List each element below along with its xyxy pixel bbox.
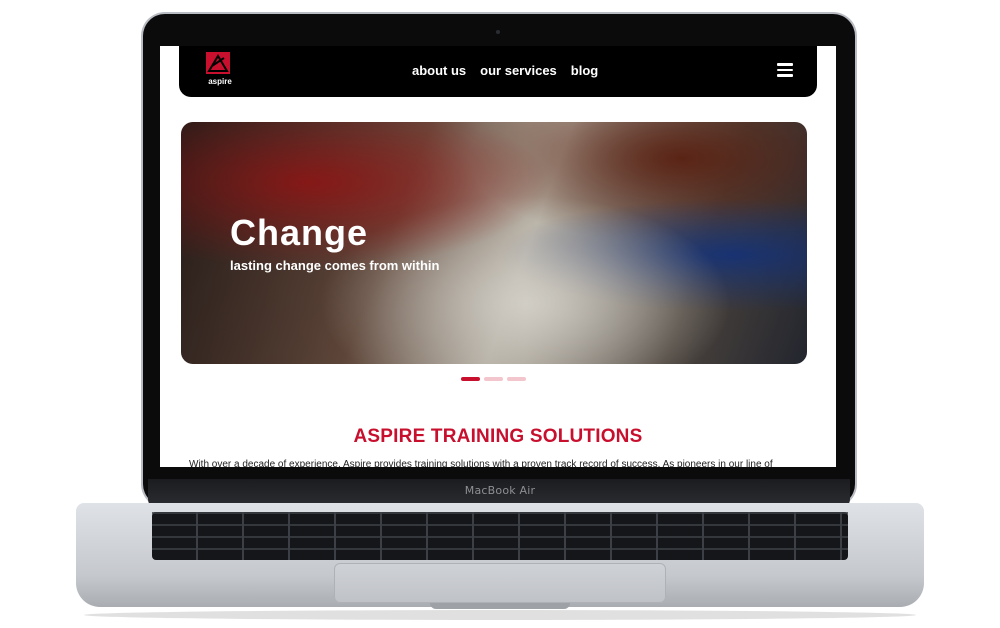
keyboard-rows [152,512,848,560]
site-navbar: aspire about us our services blog [179,46,817,97]
aspire-logo[interactable]: aspire [203,52,235,92]
section-title: ASPIRE TRAINING SOLUTIONS [353,426,643,447]
logo-mark-icon [206,52,230,74]
hero-banner: Change lasting change comes from within [181,122,807,364]
nav-our-services[interactable]: our services [480,63,557,78]
device-label: MacBook Air [464,484,536,497]
front-notch [430,603,570,609]
carousel-dot-2[interactable] [484,377,503,381]
carousel-dots [461,377,526,381]
hero-subtitle: lasting change comes from within [230,258,440,273]
nav-about-us[interactable]: about us [412,63,466,78]
hero-title: Change [230,212,369,253]
trackpad [334,563,666,603]
hamburger-menu-icon[interactable] [777,63,793,77]
browser-screen: aspire about us our services blog Change… [160,46,836,467]
carousel-dot-3[interactable] [507,377,526,381]
main-nav: about us our services blog [412,63,598,78]
nav-blog[interactable]: blog [571,63,598,78]
logo-text: aspire [208,77,232,86]
laptop-shadow [84,610,916,620]
carousel-dot-1[interactable] [461,377,480,381]
camera-icon [496,30,500,34]
section-paragraph: With over a decade of experience, Aspire… [189,459,773,467]
